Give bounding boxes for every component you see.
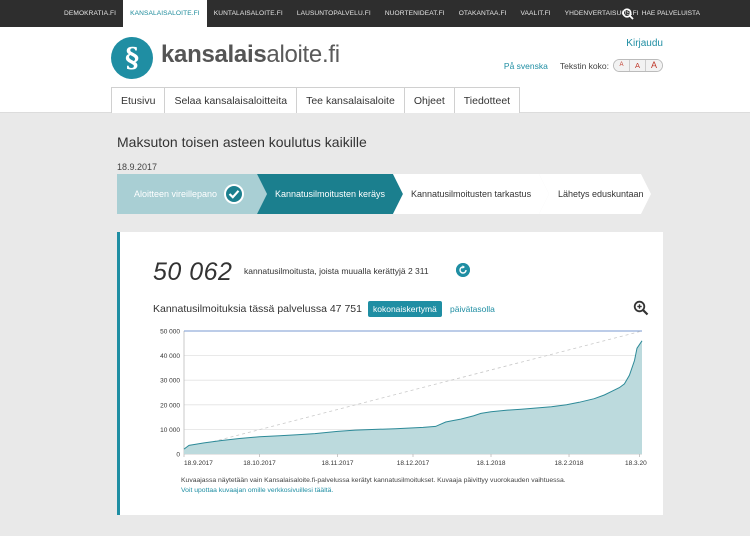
x-tick-label: 18.1.2018 (477, 460, 506, 467)
nav-etusivu[interactable]: Etusivu (111, 87, 166, 113)
y-tick-label: 50 000 (160, 329, 180, 336)
svg-text:§: § (125, 43, 139, 74)
toplink-vaalit[interactable]: VAALIT.FI (514, 0, 558, 27)
service-links: DEMOKRATIA.FI KANSALAISALOITE.FI KUNTALA… (57, 0, 646, 27)
toplink-kuntalaisaloite[interactable]: KUNTALAISALOITE.FI (207, 0, 290, 27)
initiative-date: 18.9.2017 (117, 162, 158, 172)
embed-chart-link[interactable]: Voit upottaa kuvaajan omille verkkosivui… (181, 487, 333, 494)
toplink-lausuntopalvelu[interactable]: LAUSUNTOPALVELU.FI (290, 0, 378, 27)
logo-text[interactable]: kansalaisaloite.fi (161, 41, 340, 69)
y-tick-label: 40 000 (160, 353, 180, 360)
x-tick-label: 18.2.2018 (555, 460, 584, 467)
support-chart: 0 10 000 20 000 30 000 40 000 50 000 18.9.2017… (160, 329, 647, 468)
x-tick-label: 18.11.2017 (321, 460, 353, 467)
nav-ohjeet[interactable]: Ohjeet (403, 87, 455, 113)
y-tick-label: 10 000 (160, 427, 180, 434)
nav-tiedotteet[interactable]: Tiedotteet (453, 87, 521, 113)
text-size-medium-button[interactable]: A (630, 60, 646, 71)
refresh-icon[interactable] (456, 263, 470, 277)
step-label: Kannatusilmoitusten tarkastus (411, 189, 532, 199)
cumulative-toggle-button[interactable]: kokonaiskertymä (368, 301, 442, 317)
toplink-nuortenideat[interactable]: NUORTENIDEAT.FI (378, 0, 452, 27)
support-total: 50 062 (153, 258, 233, 286)
zoom-in-icon[interactable] (633, 300, 649, 316)
step-label: Aloitteen vireillepano (134, 189, 218, 199)
search-services[interactable]: HAE PALVELUISTA (622, 0, 700, 27)
toplink-otakantaa[interactable]: OTAKANTAA.FI (452, 0, 514, 27)
page-title: Maksuton toisen asteen koulutus kaikille (117, 134, 367, 150)
language-link[interactable]: På svenska (504, 61, 548, 71)
text-size-label: Tekstin koko: (559, 60, 609, 71)
chart-title: Kannatusilmoituksia tässä palvelussa 47 … (153, 303, 362, 315)
checkmark-icon (224, 184, 244, 204)
step-tarkastus: Kannatusilmoitusten tarkastus (393, 174, 549, 214)
top-bar: DEMOKRATIA.FI KANSALAISALOITE.FI KUNTALA… (0, 0, 750, 27)
step-vireillepano: Aloitteen vireillepano (117, 174, 267, 214)
main-nav: Etusivu Selaa kansalaisaloitteita Tee ka… (111, 87, 521, 113)
nav-selaa[interactable]: Selaa kansalaisaloitteita (164, 87, 298, 113)
search-icon (622, 7, 634, 20)
chart-note: Kuvaajassa näytetään vain Kansalaisaloit… (181, 477, 566, 484)
step-label: Lähetys eduskuntaan (558, 189, 644, 199)
text-size-large-button[interactable]: A (646, 60, 662, 71)
x-tick-label: 18.3.2018 (625, 460, 647, 467)
support-stats-card: 50 062 kannatusilmoitusta, joista muuall… (117, 232, 663, 515)
y-tick-label: 0 (176, 452, 180, 459)
logo-icon[interactable]: § (110, 36, 154, 80)
x-tick-label: 18.10.2017 (243, 460, 276, 467)
step-eduskunta: Lähetys eduskuntaan (539, 174, 651, 214)
login-link[interactable]: Kirjaudu (626, 38, 663, 49)
text-size-small-button[interactable]: A (614, 60, 630, 71)
x-tick-label: 18.9.2017 (184, 460, 213, 467)
nav-tee-aloite[interactable]: Tee kansalaisaloite (296, 87, 405, 113)
y-tick-label: 30 000 (160, 378, 180, 385)
support-total-text: kannatusilmoitusta, joista muualla kerät… (244, 266, 429, 276)
step-keraays: Kannatusilmoitusten keräys (257, 174, 403, 214)
search-label: HAE PALVELUISTA (641, 10, 700, 17)
daily-toggle-link[interactable]: päivätasolla (450, 304, 495, 314)
text-size-buttons: A A A (613, 59, 663, 72)
y-tick-label: 20 000 (160, 402, 180, 409)
header-tools: På svenska Tekstin koko: A A A (504, 59, 663, 72)
x-tick-label: 18.12.2017 (397, 460, 430, 467)
toplink-demokratia[interactable]: DEMOKRATIA.FI (57, 0, 123, 27)
step-label: Kannatusilmoitusten keräys (275, 189, 386, 199)
toplink-kansalaisaloite[interactable]: KANSALAISALOITE.FI (123, 0, 207, 27)
